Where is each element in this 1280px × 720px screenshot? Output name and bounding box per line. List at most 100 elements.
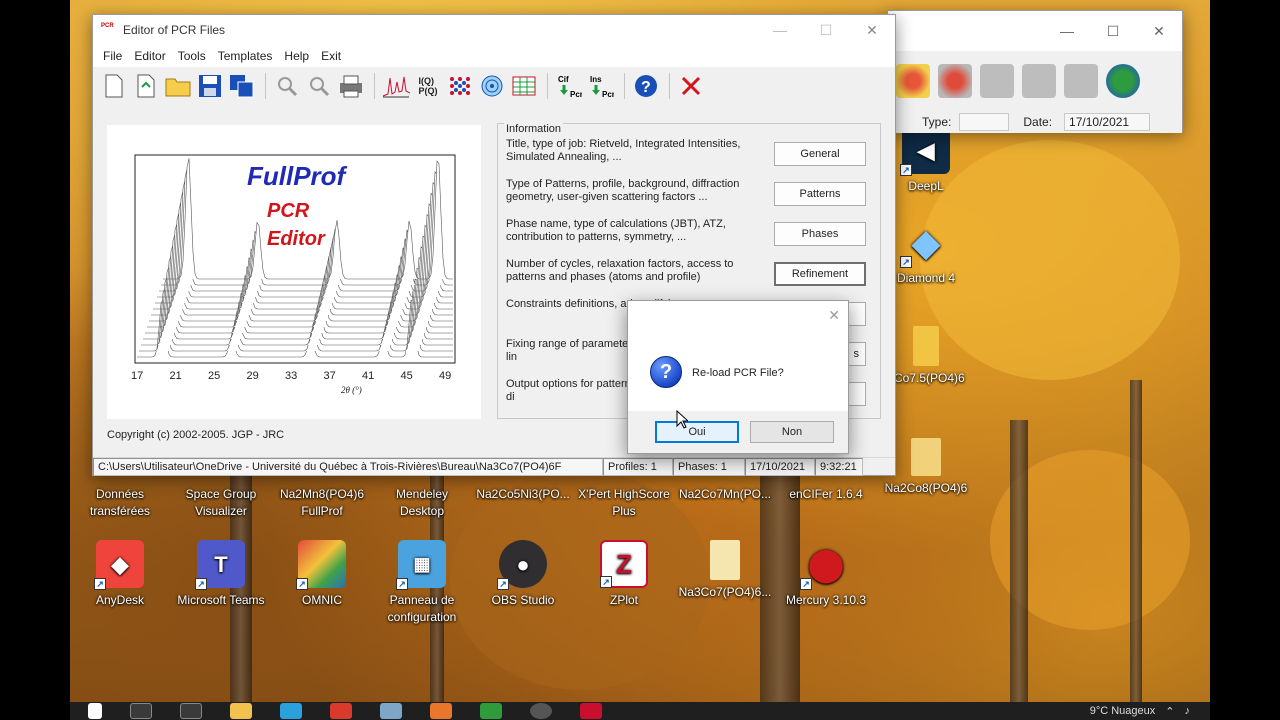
grid-tool-icon[interactable] xyxy=(980,64,1014,98)
print-icon[interactable] xyxy=(336,71,366,101)
patterns-button[interactable]: Patterns xyxy=(774,182,866,206)
window-titlebar: PCR Editor of PCR Files — ☐ ✕ xyxy=(93,15,895,45)
menu-editor[interactable]: Editor xyxy=(128,49,171,63)
obs-taskbar-icon[interactable] xyxy=(530,703,552,719)
fullprof-splash-graphic: FullProf PCR Editor 17 21 25 29 33 37 41 45 49 2… xyxy=(131,154,456,395)
maximize-icon[interactable]: ☐ xyxy=(1090,23,1136,40)
desktop-icon-obs[interactable]: ● ↗ OBS Studio xyxy=(475,540,571,609)
desktop-icon-na2mn8[interactable]: Na2Mn8(PO4)6 FullProf xyxy=(274,486,370,520)
desktop-icon-space-group[interactable]: Space Group Visualizer xyxy=(173,486,269,520)
cif-to-pcr-icon[interactable]: Cif Pcr xyxy=(554,71,584,101)
chevron-up-icon[interactable]: ⌃ xyxy=(1165,705,1174,718)
file-explorer-icon[interactable] xyxy=(230,703,252,719)
general-button[interactable]: General xyxy=(774,142,866,166)
splash-x-label: 2θ (°) xyxy=(341,385,362,395)
screen: ◀ ↗ DeepL ◆ ↗ Diamond 4 3Co7.5(PO4)6 Na2Co… xyxy=(0,0,1280,720)
background-window[interactable]: — ☐ ✕ Type: Date: 17/10/2021 xyxy=(887,10,1183,133)
chrome-icon[interactable] xyxy=(330,703,352,719)
table-icon[interactable] xyxy=(509,71,539,101)
editor-taskbar-icon[interactable] xyxy=(580,703,602,719)
svg-text:Pcr: Pcr xyxy=(602,90,614,99)
folder-icon xyxy=(913,326,939,366)
grid-tool-icon[interactable] xyxy=(1064,64,1098,98)
type-field[interactable] xyxy=(959,113,1010,131)
background-window-toolbar xyxy=(888,51,1182,111)
atoms-tool-icon[interactable] xyxy=(896,64,930,98)
desktop-icon-na2co7mn[interactable]: Na2Co7Mn(PO... xyxy=(677,486,773,503)
menu-templates[interactable]: Templates xyxy=(212,49,279,63)
menu-exit[interactable]: Exit xyxy=(315,49,347,63)
open-folder-icon[interactable] xyxy=(163,71,193,101)
menu-bar: File Editor Tools Templates Help Exit xyxy=(93,45,895,67)
globe-icon[interactable] xyxy=(1106,64,1140,98)
bonds-tool-icon[interactable] xyxy=(938,64,972,98)
close-icon[interactable]: ✕ xyxy=(1136,23,1182,40)
pattern-plot-icon[interactable] xyxy=(381,71,411,101)
fourier-map-icon[interactable] xyxy=(477,71,507,101)
desktop-icon-omnic[interactable]: ↗ OMNIC xyxy=(274,540,370,609)
splash-title: FullProf xyxy=(247,161,348,191)
info-description: Number of cycles, relaxation factors, ac… xyxy=(506,258,734,283)
desktop-icon-label: Panneau de configuration xyxy=(387,593,457,624)
desktop-icon-xpert[interactable]: X'Pert HighScore Plus xyxy=(576,486,672,520)
volume-icon[interactable]: ♪ xyxy=(1185,705,1191,717)
save-icon[interactable] xyxy=(195,71,225,101)
svg-text:Ins: Ins xyxy=(590,75,602,84)
omnic-icon: ↗ xyxy=(296,540,346,590)
exit-icon[interactable] xyxy=(676,71,706,101)
ipg-icon[interactable]: I(Q) P(Q) xyxy=(413,71,443,101)
refinement-button[interactable]: Refinement xyxy=(774,262,866,286)
search-icon[interactable] xyxy=(272,71,302,101)
desktop-icon-anydesk[interactable]: ◆ ↗ AnyDesk xyxy=(72,540,168,609)
firefox-icon[interactable] xyxy=(430,703,452,719)
new-file-icon[interactable] xyxy=(99,71,129,101)
task-view-icon[interactable] xyxy=(180,703,202,719)
new-from-template-icon[interactable] xyxy=(131,71,161,101)
no-button[interactable]: Non xyxy=(750,421,834,443)
phases-button[interactable]: Phases xyxy=(774,222,866,246)
yes-button[interactable]: Oui xyxy=(655,421,739,443)
menu-file[interactable]: File xyxy=(97,49,128,63)
close-icon[interactable]: ✕ xyxy=(849,15,895,45)
splash-subtitle-1: PCR xyxy=(267,200,310,222)
search-icon[interactable] xyxy=(130,703,152,719)
dialog-close-icon[interactable]: ✕ xyxy=(828,307,840,324)
minimize-icon[interactable]: — xyxy=(1044,23,1090,39)
x-tick-label: 45 xyxy=(401,370,413,382)
edge-icon[interactable] xyxy=(280,703,302,719)
question-icon: ? xyxy=(650,356,682,388)
file-icon xyxy=(710,540,740,580)
grid-tool-icon[interactable] xyxy=(1022,64,1056,98)
menu-tools[interactable]: Tools xyxy=(172,49,212,63)
minimize-icon[interactable]: — xyxy=(757,15,803,45)
info-description: Phase name, type of calculations (JBT), … xyxy=(506,218,726,243)
weather-text[interactable]: 9°C Nuageux xyxy=(1090,705,1156,717)
desktop-icon-control-panel[interactable]: ▦ ↗ Panneau de configuration xyxy=(374,540,470,626)
app-icon[interactable] xyxy=(380,703,402,719)
fps-icon[interactable] xyxy=(480,703,502,719)
maximize-icon[interactable]: ☐ xyxy=(803,15,849,45)
desktop-icon-donnees[interactable]: Données transférées xyxy=(72,486,168,520)
svg-text:Pcr: Pcr xyxy=(570,90,582,99)
ins-to-pcr-icon[interactable]: Ins Pcr xyxy=(586,71,616,101)
desktop-icon-mercury[interactable]: ⬤ ↗ Mercury 3.10.3 xyxy=(778,540,874,609)
menu-help[interactable]: Help xyxy=(278,49,315,63)
date-field[interactable]: 17/10/2021 xyxy=(1064,113,1151,131)
info-description: Type of Patterns, profile, background, d… xyxy=(506,178,740,203)
desktop-icon-na3co7[interactable]: Na3Co7(PO4)6... xyxy=(677,540,773,601)
tree-trunk xyxy=(1130,380,1142,720)
search-replace-icon[interactable] xyxy=(304,71,334,101)
desktop-icon-zplot[interactable]: Z ↗ ZPlot xyxy=(576,540,672,609)
desktop-icon-label: Na3Co7(PO4)6... xyxy=(678,585,772,599)
svg-text:?: ? xyxy=(641,79,651,96)
reflections-icon[interactable] xyxy=(445,71,475,101)
start-icon[interactable] xyxy=(88,703,102,719)
desktop-icon-teams[interactable]: T ↗ Microsoft Teams xyxy=(173,540,269,609)
desktop-icon-na2co5ni3[interactable]: Na2Co5Ni3(PO... xyxy=(475,486,571,503)
reload-dialog[interactable]: ✕ ? Re-load PCR File? Oui Non xyxy=(627,300,849,454)
desktop-icon-mendeley[interactable]: Mendeley Desktop xyxy=(374,486,470,520)
mercury-icon: ⬤ ↗ xyxy=(800,540,850,590)
help-icon[interactable]: ? xyxy=(631,71,661,101)
desktop-icon-encifer[interactable]: enCIFer 1.6.4 xyxy=(778,486,874,503)
save-all-icon[interactable] xyxy=(227,71,257,101)
